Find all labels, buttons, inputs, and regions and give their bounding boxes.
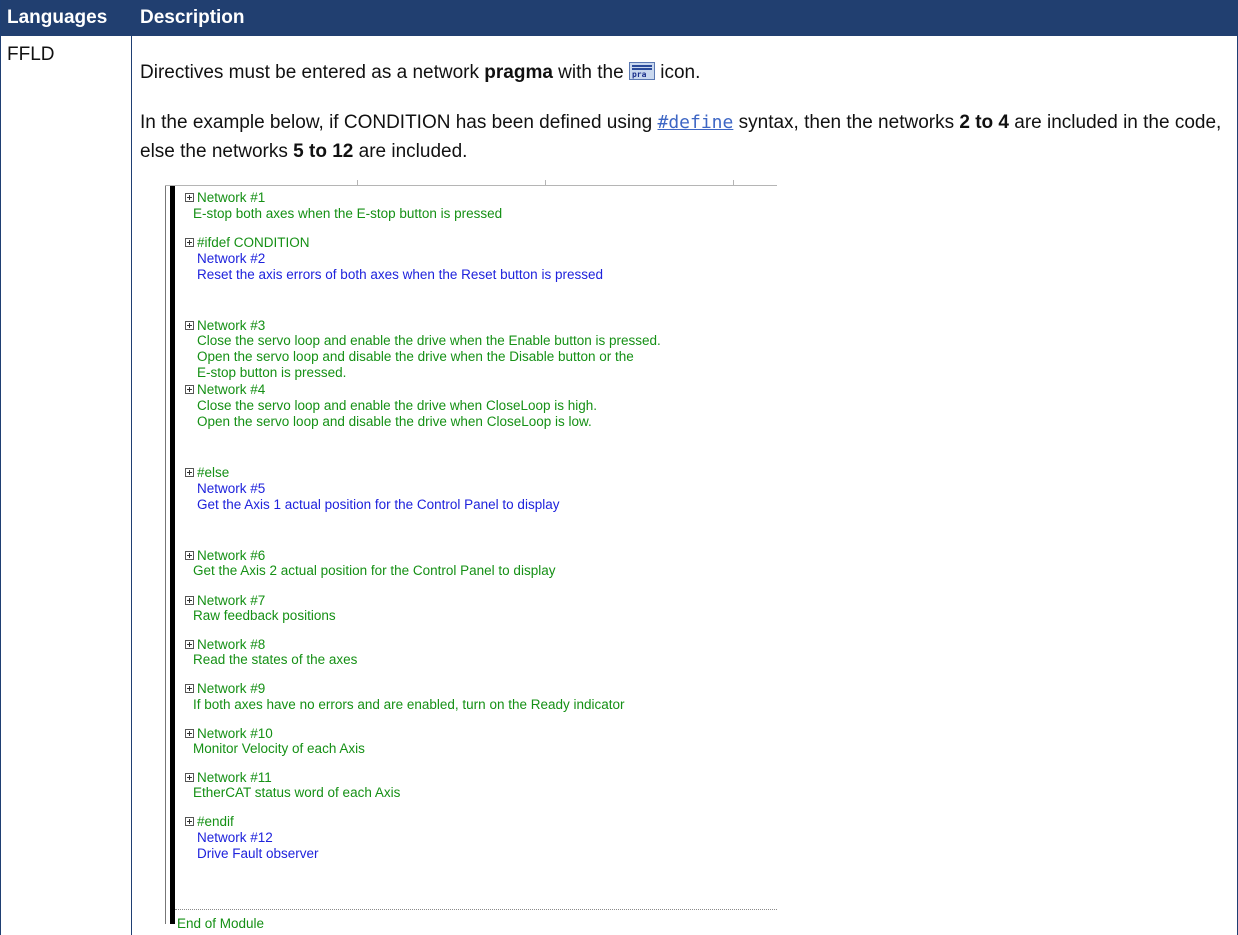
editor-row[interactable]: #else xyxy=(185,465,229,481)
expand-icon[interactable] xyxy=(185,773,194,782)
expand-icon[interactable] xyxy=(185,551,194,560)
editor-row[interactable]: Network #8 xyxy=(185,637,265,653)
editor-row[interactable]: Network #4 xyxy=(185,382,265,398)
editor-row-head: #endif xyxy=(197,814,234,829)
editor-row[interactable]: #ifdef CONDITION xyxy=(185,235,310,251)
expand-icon[interactable] xyxy=(185,193,194,202)
editor-row[interactable]: Network #6 xyxy=(185,548,265,564)
expand-icon[interactable] xyxy=(185,684,194,693)
expand-icon[interactable] xyxy=(185,238,194,247)
editor-row[interactable]: #endif xyxy=(185,814,234,830)
editor-gutter-bar xyxy=(170,186,175,924)
expand-icon[interactable] xyxy=(185,817,194,826)
p2-text-2: syntax, then the networks xyxy=(733,112,960,133)
editor-row-line: Monitor Velocity of each Axis xyxy=(193,741,365,756)
editor-row-line: E-stop both axes when the E-stop button … xyxy=(193,206,503,221)
define-link[interactable]: #define xyxy=(658,112,734,133)
editor-row-head: Network #4 xyxy=(197,382,266,397)
p2-bold-range-1: 2 to 4 xyxy=(959,112,1009,133)
header-description: Description xyxy=(140,7,245,28)
editor-row-line: Open the servo loop and disable the driv… xyxy=(197,349,634,364)
expand-icon[interactable] xyxy=(185,596,194,605)
expand-icon[interactable] xyxy=(185,640,194,649)
expand-icon[interactable] xyxy=(185,729,194,738)
p2-bold-range-2: 5 to 12 xyxy=(293,141,354,162)
editor-row-line: Raw feedback positions xyxy=(193,608,336,623)
editor-row-line: Network #12 xyxy=(197,830,273,845)
expand-icon[interactable] xyxy=(185,321,194,330)
editor-row-head: Network #11 xyxy=(197,770,272,785)
editor-row-head: Network #1 xyxy=(197,190,266,205)
directives-table: Languages Description FFLD Directives mu… xyxy=(0,0,1238,935)
editor-row[interactable]: Network #7 xyxy=(185,593,265,609)
editor-row[interactable]: Network #10 xyxy=(185,726,273,742)
editor-row-head: Network #10 xyxy=(197,726,273,741)
editor-row-line: Close the servo loop and enable the driv… xyxy=(197,333,661,348)
end-of-module-label: End of Module xyxy=(177,916,265,931)
editor-row-line: E-stop button is pressed. xyxy=(197,365,347,380)
editor-row-line: Network #2 xyxy=(197,251,266,266)
ffld-editor-screenshot: End of Module Network #1 E-stop both axes… xyxy=(165,180,777,935)
end-of-module-separator xyxy=(175,909,777,910)
editor-row-line: Read the states of the axes xyxy=(193,652,358,667)
expand-icon[interactable] xyxy=(185,468,194,477)
column-divider xyxy=(131,36,132,935)
editor-row-head: #else xyxy=(197,465,230,480)
editor-row[interactable]: Network #11 xyxy=(185,770,272,786)
editor-row[interactable]: Network #9 xyxy=(185,681,265,697)
language-cell: FFLD xyxy=(7,44,55,65)
description-paragraph-2: In the example below, if CONDITION has b… xyxy=(140,108,1230,166)
editor-top-border xyxy=(165,185,777,186)
editor-row[interactable]: Network #3 xyxy=(185,318,265,334)
editor-row-line: Open the servo loop and disable the driv… xyxy=(197,414,592,429)
pragma-icon-text: pra xyxy=(631,70,647,79)
editor-row-line: Reset the axis errors of both axes when … xyxy=(197,267,603,282)
editor-row-head: Network #9 xyxy=(197,681,266,696)
editor-row-head: Network #6 xyxy=(197,548,266,563)
table-header: Languages Description xyxy=(1,0,1238,36)
editor-row-line: Network #5 xyxy=(197,481,266,496)
editor-gutter-line xyxy=(165,186,166,924)
p1-text-post-a: with the xyxy=(552,62,629,83)
expand-icon[interactable] xyxy=(185,385,194,394)
editor-row-line: EtherCAT status word of each Axis xyxy=(193,785,401,800)
editor-row-line: Drive Fault observer xyxy=(197,846,319,861)
p1-text-post-b: icon. xyxy=(654,62,701,83)
pragma-icon: pra xyxy=(628,62,655,80)
description-paragraph-1: Directives must be entered as a network … xyxy=(140,62,700,84)
p1-bold-pragma: pragma xyxy=(484,62,553,83)
header-languages: Languages xyxy=(7,7,108,28)
p2-text-4: are included. xyxy=(353,141,468,162)
editor-row-head: Network #7 xyxy=(197,593,266,608)
p2-text-1: In the example below, if CONDITION has b… xyxy=(140,112,658,133)
editor-row-head: #ifdef CONDITION xyxy=(197,235,310,250)
editor-row-line: Get the Axis 1 actual position for the C… xyxy=(197,497,560,512)
editor-column-tick xyxy=(545,180,546,186)
editor-row-line: Get the Axis 2 actual position for the C… xyxy=(193,563,556,578)
editor-row[interactable]: Network #1 xyxy=(185,190,265,206)
p1-text-pre: Directives must be entered as a network xyxy=(140,62,485,83)
editor-column-tick xyxy=(357,180,358,186)
editor-row-head: Network #8 xyxy=(197,637,266,652)
editor-row-head: Network #3 xyxy=(197,318,266,333)
editor-column-tick xyxy=(733,180,734,186)
editor-row-line: Close the servo loop and enable the driv… xyxy=(197,398,598,413)
editor-row-line: If both axes have no errors and are enab… xyxy=(193,697,625,712)
